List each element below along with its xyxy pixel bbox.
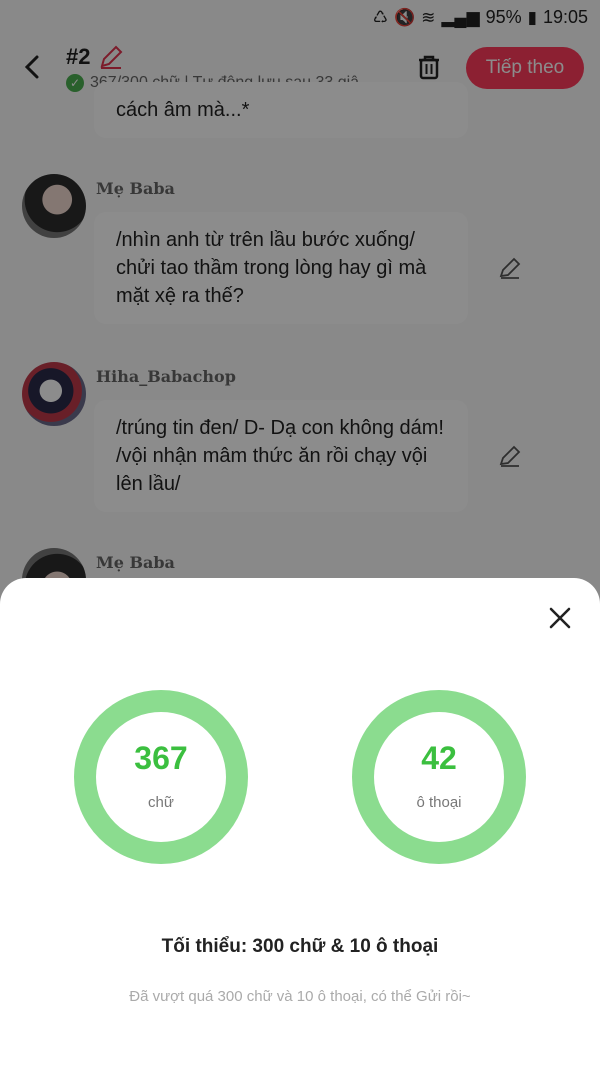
word-count-label: chữ bbox=[148, 794, 174, 811]
word-count-ring: 367 chữ bbox=[74, 690, 248, 864]
word-count-value: 367 bbox=[134, 740, 188, 776]
dialog-count-value: 42 bbox=[421, 740, 457, 776]
close-button[interactable] bbox=[544, 602, 576, 634]
close-icon bbox=[549, 607, 571, 629]
stats-sheet: 367 chữ 42 ô thoại Tối thiểu: 300 chữ & … bbox=[0, 578, 600, 1067]
dialog-count-ring: 42 ô thoại bbox=[352, 690, 526, 864]
dialog-count-label: ô thoại bbox=[416, 794, 462, 811]
ring-center: 42 ô thoại bbox=[374, 712, 504, 842]
minimum-requirement: Tối thiểu: 300 chữ & 10 ô thoại bbox=[161, 936, 439, 957]
ring-center: 367 chữ bbox=[96, 712, 226, 842]
submit-note: Đã vượt quá 300 chữ và 10 ô thoại, có th… bbox=[129, 988, 471, 1005]
